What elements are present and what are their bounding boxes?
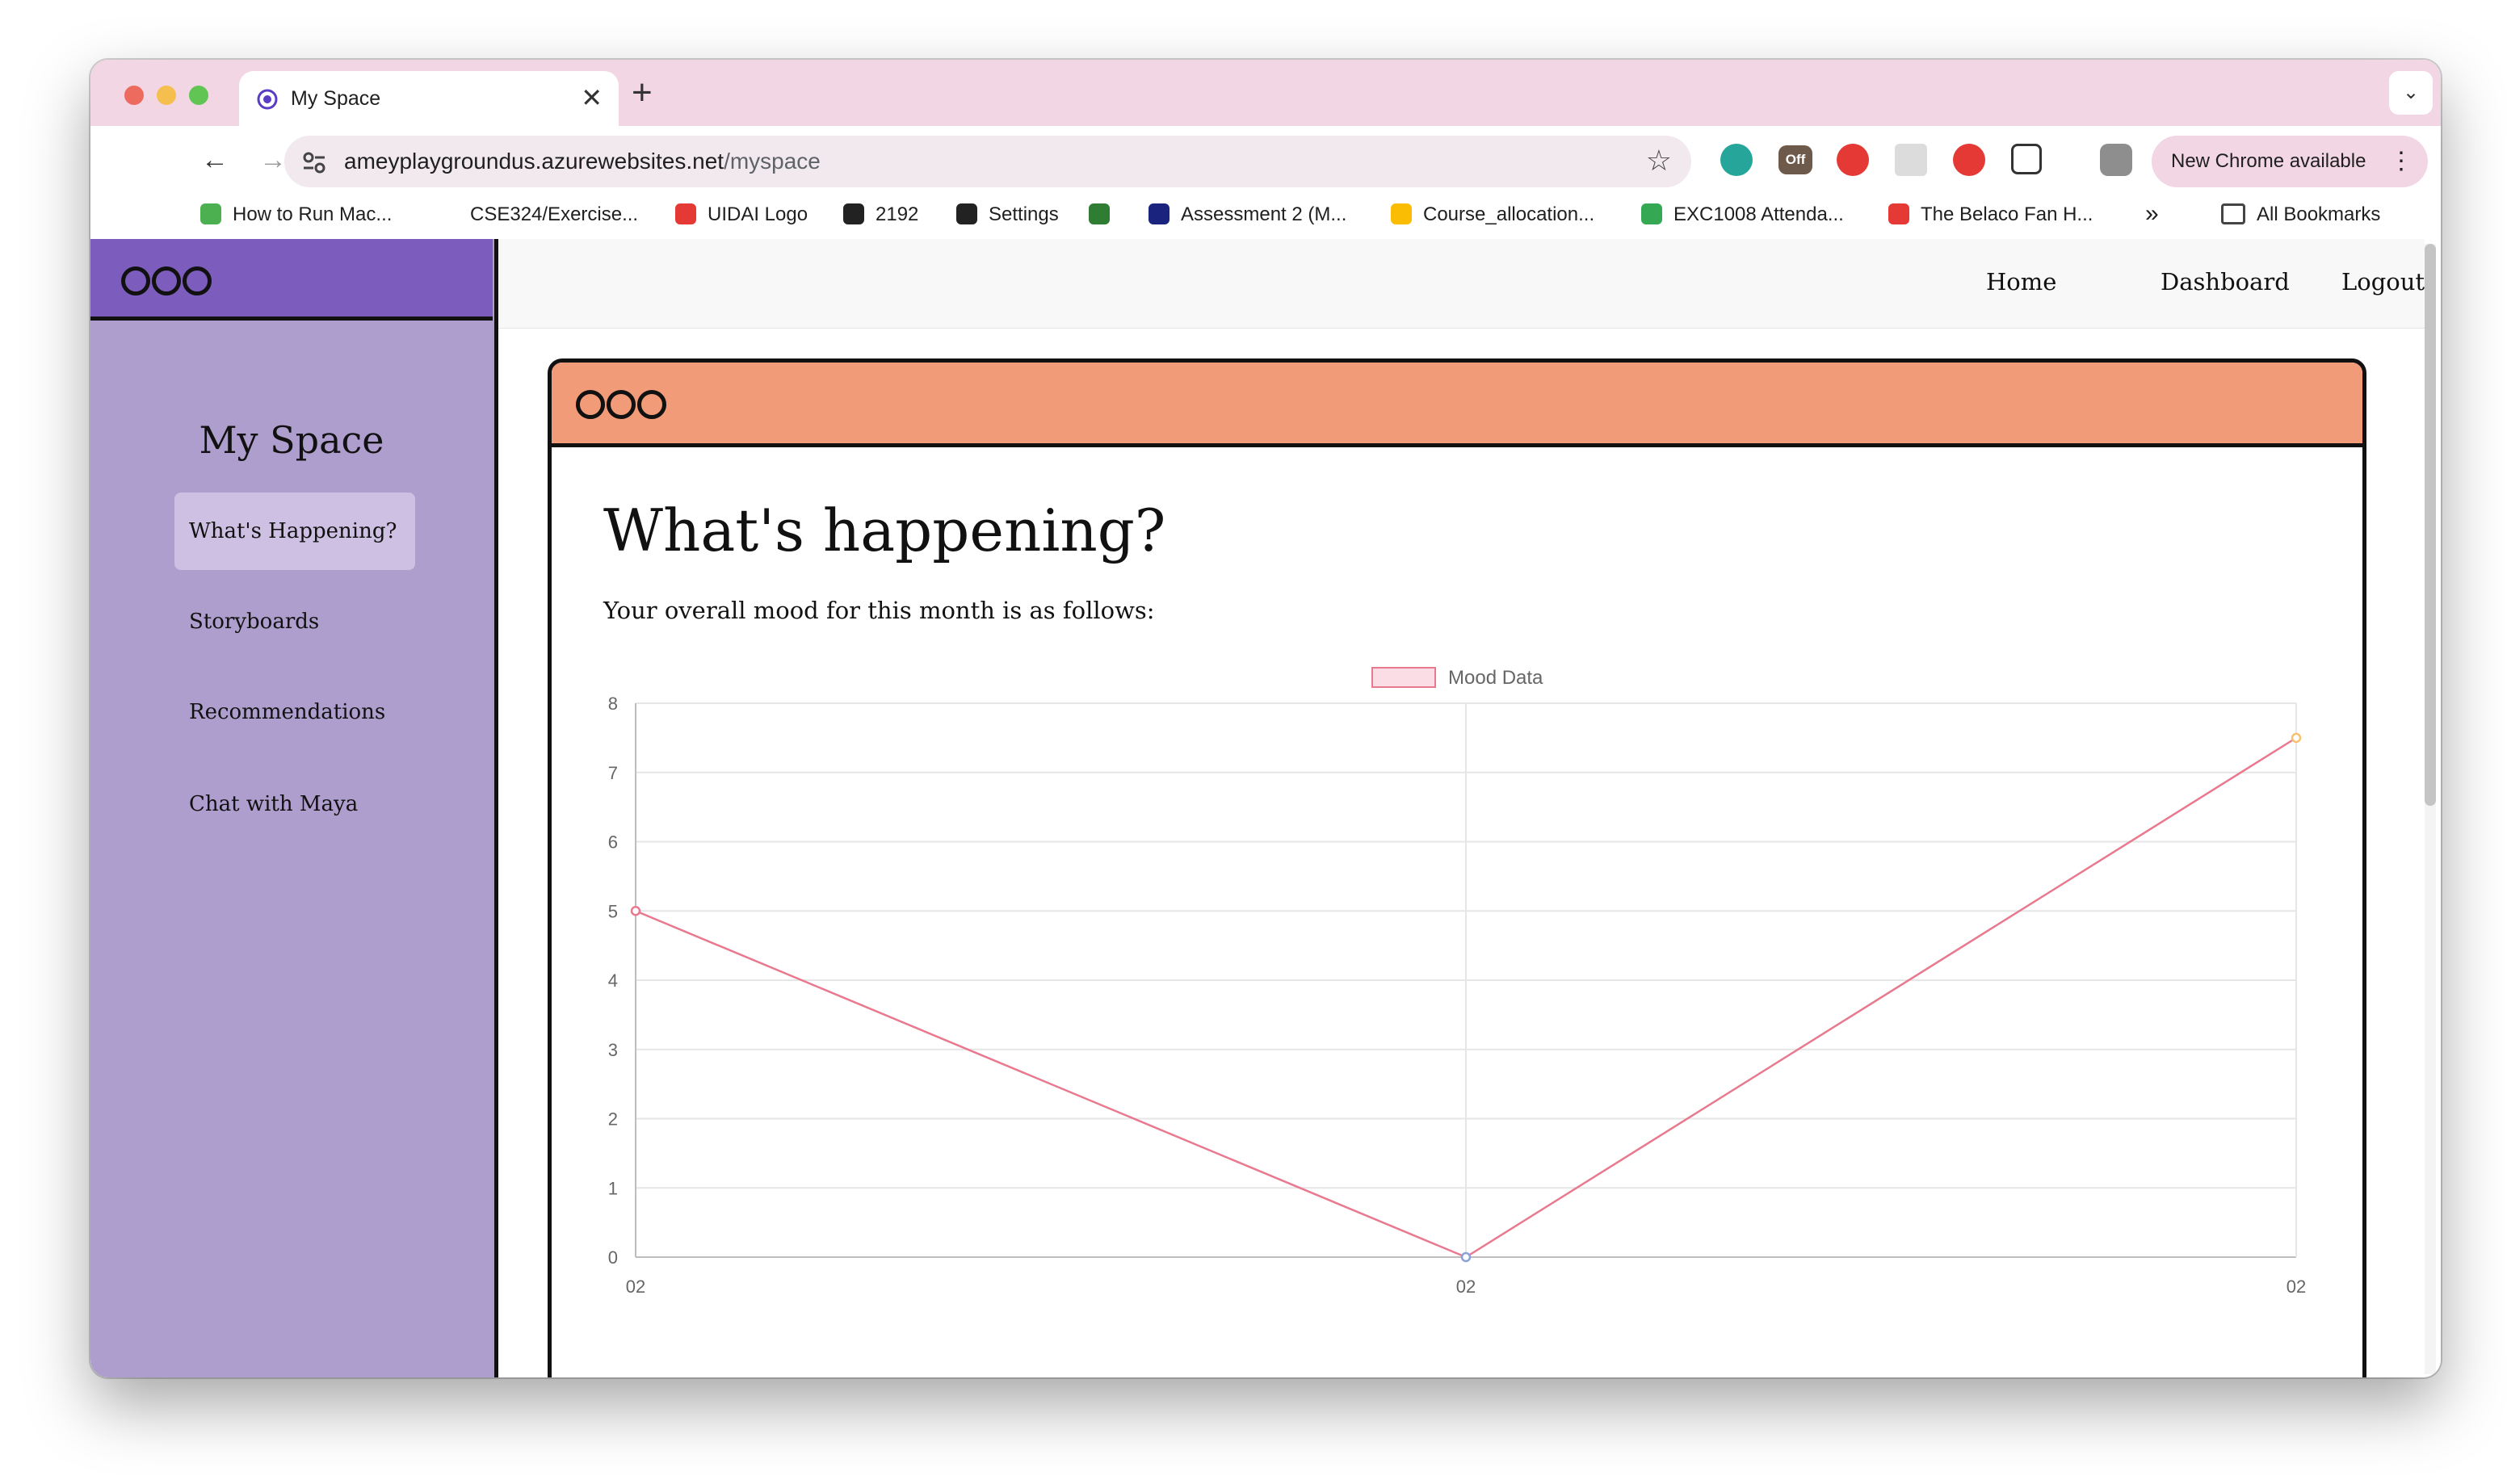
mood-line-chart: 0 1 2 3 4 5 6 7 8 02 02 02 Mood Data — [608, 667, 2306, 1297]
new-chrome-available-button[interactable]: New Chrome available ⋮ — [2152, 136, 2428, 187]
y-tick-label: 1 — [608, 1178, 618, 1198]
legend-label: Mood Data — [1448, 667, 1543, 689]
minimize-window-button[interactable] — [157, 86, 176, 105]
bookmark-item[interactable] — [1089, 203, 1121, 226]
bookmark-favicon-icon — [1149, 203, 1170, 224]
extensions-puzzle-icon[interactable] — [2011, 144, 2042, 174]
tab-strip: My Space ✕ + ⌄ — [90, 60, 2441, 126]
address-bar[interactable]: ameyplaygroundus.azurewebsites.net/myspa… — [284, 136, 1691, 187]
url-text: ameyplaygroundus.azurewebsites.net/myspa… — [344, 149, 821, 174]
bookmark-label: EXC1008 Attenda... — [1673, 203, 1844, 225]
bookmark-item[interactable]: The Belaco Fan H... — [1888, 203, 2093, 226]
maximize-window-button[interactable] — [189, 86, 208, 105]
bookmark-favicon-icon — [1089, 203, 1110, 224]
legend-swatch — [1371, 667, 1436, 688]
bookmarks-overflow-icon[interactable]: » — [2145, 200, 2159, 228]
bookmark-item[interactable]: Course_allocation... — [1391, 203, 1594, 226]
back-button[interactable]: ← — [194, 139, 236, 181]
x-tick-label: 02 — [2287, 1276, 2306, 1297]
nav-logout-link[interactable]: Logout — [2341, 268, 2425, 296]
y-tick-label: 2 — [608, 1109, 618, 1130]
x-tick-label: 02 — [626, 1276, 645, 1297]
nav-dashboard-link[interactable]: Dashboard — [2161, 268, 2290, 296]
all-bookmarks-label: All Bookmarks — [2257, 203, 2381, 225]
tab-search-button[interactable]: ⌄ — [2389, 71, 2433, 115]
profile-avatar[interactable] — [2100, 144, 2132, 176]
bookmark-favicon-icon — [1391, 203, 1412, 224]
sidebar-item-whats-happening[interactable]: What's Happening? — [174, 493, 415, 570]
extension-m-icon[interactable] — [1720, 144, 1753, 176]
site-settings-icon[interactable] — [299, 147, 330, 178]
tab-my-space[interactable]: My Space ✕ — [239, 71, 619, 126]
folder-icon — [2221, 203, 2245, 224]
bookmarks-bar: The Belaco Fan H... EXC1008 Attenda... Cou… — [90, 194, 2441, 240]
scrollbar-thumb[interactable] — [2425, 244, 2436, 806]
bookmark-favicon-icon — [843, 203, 864, 224]
y-tick-label: 5 — [608, 901, 618, 921]
bookmark-label: Course_allocation... — [1423, 203, 1595, 225]
bookmark-item[interactable]: Assessment 2 (M... — [1149, 203, 1346, 226]
bookmark-item[interactable]: UIDAI Logo — [675, 203, 808, 226]
browser-window: My Space ✕ + ⌄ ← → ↻ ameyplaygroundus.az… — [90, 60, 2441, 1377]
more-menu-icon[interactable]: ⋮ — [2389, 136, 2413, 187]
new-tab-button[interactable]: + — [632, 73, 653, 113]
site-favicon-icon — [257, 89, 278, 110]
sidebar-item-recommendations[interactable]: Recommendations — [174, 673, 415, 751]
tab-title: My Space — [291, 87, 381, 110]
new-chrome-label: New Chrome available — [2171, 150, 2366, 172]
all-bookmarks-button[interactable]: All Bookmarks — [2221, 203, 2380, 226]
sidebar-item-storyboards[interactable]: Storyboards — [174, 583, 415, 660]
tab-close-icon[interactable]: ✕ — [581, 82, 603, 113]
data-point — [630, 906, 641, 916]
bookmark-item[interactable]: Settings — [956, 203, 1059, 226]
close-window-button[interactable] — [124, 86, 144, 105]
bookmark-item[interactable]: How to Run Mac... — [200, 203, 392, 226]
y-tick-label: 3 — [608, 1040, 618, 1060]
y-tick-label: 0 — [608, 1247, 618, 1268]
bookmark-favicon-icon — [675, 203, 696, 224]
bookmark-item[interactable]: EXC1008 Attenda... — [1641, 203, 1844, 226]
x-tick-label: 02 — [1456, 1276, 1476, 1297]
bookmark-item[interactable]: 2192 — [843, 203, 918, 226]
y-tick-label: 7 — [608, 763, 618, 783]
extension-off-icon[interactable]: Off — [1778, 145, 1812, 174]
sidebar-item-chat-with-maya[interactable]: Chat with Maya — [174, 765, 415, 843]
data-point — [1460, 1251, 1472, 1263]
sidebar-header — [90, 239, 493, 321]
extension-music-icon[interactable] — [1953, 144, 1985, 176]
url-path: /myspace — [724, 149, 821, 174]
sidebar-title: My Space — [199, 418, 384, 462]
bookmark-label: Assessment 2 (M... — [1181, 203, 1347, 225]
page-scrollbar[interactable] — [2425, 244, 2436, 1374]
sidebar: My Space What's Happening? Storyboards R… — [90, 239, 498, 1377]
bookmark-favicon-icon — [1641, 203, 1662, 224]
bookmark-favicon-icon — [956, 203, 977, 224]
extension-adblock-icon[interactable] — [1837, 144, 1869, 176]
mood-card: What's happening? Your overall mood for … — [548, 358, 2366, 1377]
y-tick-label: 8 — [608, 694, 618, 714]
y-tick-label: 6 — [608, 832, 618, 853]
browser-toolbar: ← → ↻ ameyplaygroundus.azurewebsites.net… — [90, 126, 2441, 194]
bookmark-label: Settings — [989, 203, 1059, 225]
top-navigation: Home Dashboard Logout — [498, 239, 2425, 329]
bookmark-label: UIDAI Logo — [708, 203, 808, 225]
y-tick-label: 4 — [608, 970, 618, 991]
extension-off-badge: Off — [1785, 152, 1806, 167]
bookmark-item[interactable]: CSE324/Exercise... — [470, 203, 638, 226]
three-circles-logo-icon — [121, 266, 213, 296]
bookmark-label: 2192 — [876, 203, 919, 225]
web-page: My Space What's Happening? Storyboards R… — [90, 239, 2441, 1377]
bookmark-label: The Belaco Fan H... — [1921, 203, 2093, 225]
bookmark-label: How to Run Mac... — [233, 203, 393, 225]
bookmark-star-icon[interactable]: ☆ — [1646, 144, 1672, 178]
extension-grid-icon[interactable] — [1895, 144, 1927, 176]
data-point — [2291, 732, 2302, 744]
bookmark-favicon-icon — [200, 203, 221, 224]
nav-home-link[interactable]: Home — [1986, 268, 2056, 296]
url-host: ameyplaygroundus.azurewebsites.net — [344, 149, 724, 174]
bookmark-label: CSE324/Exercise... — [470, 203, 639, 225]
bookmark-favicon-icon — [1888, 203, 1909, 224]
